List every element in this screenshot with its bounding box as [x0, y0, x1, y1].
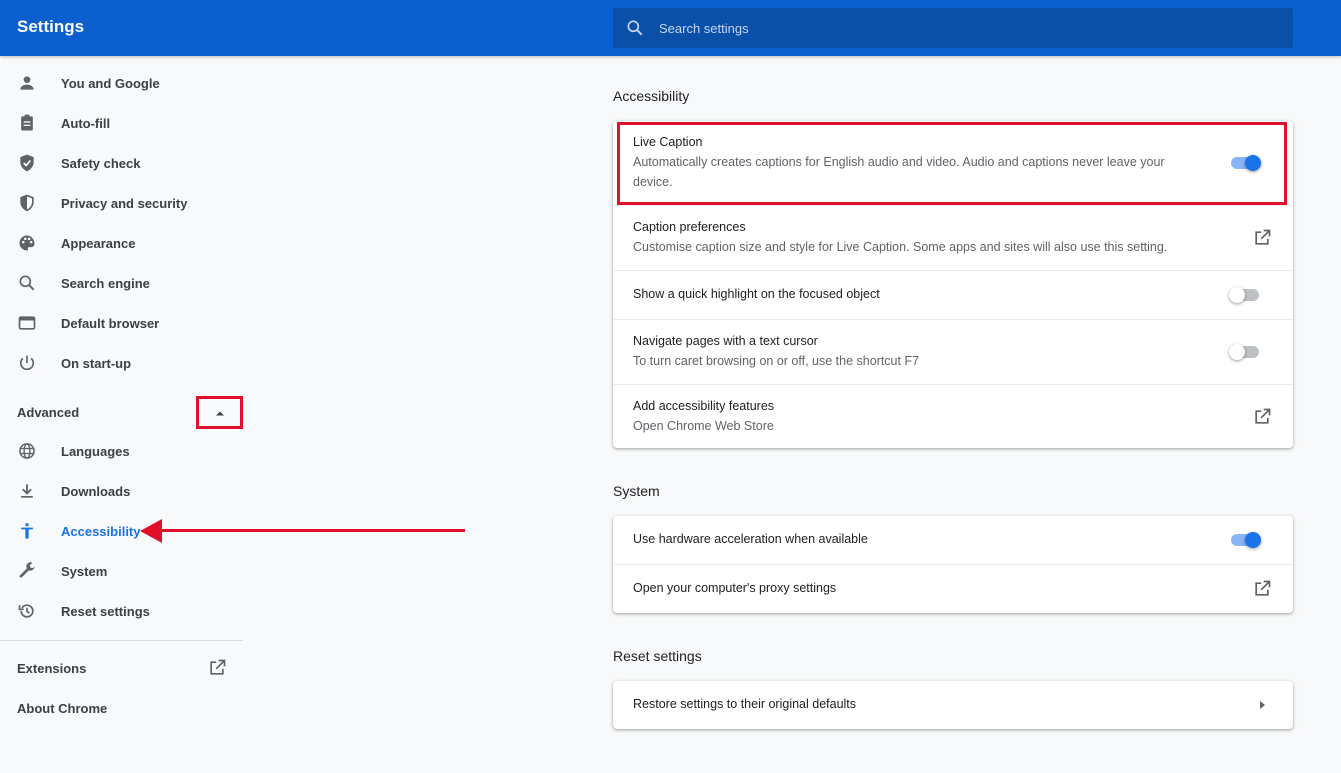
open-external-icon[interactable] — [207, 658, 227, 678]
palette-icon — [19, 235, 35, 251]
quick-highlight-row[interactable]: Show a quick highlight on the focused ob… — [613, 270, 1293, 319]
sidebar-item-label: Languages — [61, 443, 130, 459]
sidebar-divider — [0, 640, 243, 641]
text-cursor-title: Navigate pages with a text cursor — [633, 334, 818, 348]
sidebar-item-appearance[interactable]: Appearance — [0, 223, 243, 263]
sidebar-item-label: Accessibility — [61, 523, 141, 539]
sidebar-item-label: On start-up — [61, 355, 132, 371]
hardware-acceleration-toggle[interactable] — [1229, 532, 1261, 548]
sidebar-item-auto-fill[interactable]: Auto-fill — [0, 103, 243, 143]
section-title-reset: Reset settings — [613, 648, 702, 664]
sidebar-item-you-and-google[interactable]: You and Google — [0, 63, 243, 103]
advanced-collapse-button[interactable] — [196, 396, 243, 429]
sidebar-item-label: Appearance — [61, 235, 136, 251]
section-title-accessibility: Accessibility — [613, 88, 690, 104]
sidebar-item-languages[interactable]: Languages — [0, 431, 243, 471]
caret-up-icon — [215, 411, 224, 415]
sidebar-item-on-start-up[interactable]: On start-up — [0, 343, 243, 383]
wrench-icon — [19, 562, 35, 578]
open-external-icon[interactable] — [1252, 579, 1272, 599]
browser-window-icon — [18, 316, 36, 330]
globe-icon — [19, 443, 35, 459]
sidebar-item-privacy-and-security[interactable]: Privacy and security — [0, 183, 243, 223]
search-input[interactable] — [659, 20, 1259, 36]
app-title: Settings — [17, 17, 85, 36]
reset-card: Restore settings to their original defau… — [613, 681, 1293, 729]
shield-check-icon — [20, 154, 34, 172]
restore-defaults-row[interactable]: Restore settings to their original defau… — [613, 681, 1293, 729]
restore-defaults-title: Restore settings to their original defau… — [633, 697, 857, 711]
search-icon — [19, 275, 35, 291]
sidebar-item-about-chrome[interactable]: About Chrome — [17, 701, 107, 716]
quick-highlight-title: Show a quick highlight on the focused ob… — [633, 287, 880, 301]
hardware-acceleration-title: Use hardware acceleration when available — [633, 532, 868, 546]
person-icon — [20, 76, 34, 90]
caption-preferences-row[interactable]: Caption preferences Customise caption si… — [613, 205, 1293, 270]
sidebar-item-label: System — [61, 563, 108, 579]
hardware-acceleration-row[interactable]: Use hardware acceleration when available — [613, 516, 1293, 564]
open-external-icon[interactable] — [1252, 228, 1272, 248]
caption-preferences-title: Caption preferences — [633, 220, 746, 234]
shield-half-icon — [20, 194, 34, 212]
add-features-desc: Open Chrome Web Store — [633, 419, 774, 433]
history-icon — [18, 604, 34, 618]
quick-highlight-toggle[interactable] — [1229, 287, 1261, 303]
add-features-title: Add accessibility features — [633, 399, 775, 413]
add-accessibility-features-row[interactable]: Add accessibility features Open Chrome W… — [613, 384, 1293, 448]
search-box[interactable] — [613, 8, 1293, 48]
sidebar-item-label: You and Google — [61, 75, 160, 91]
sidebar-item-reset-settings[interactable]: Reset settings — [0, 591, 243, 631]
sidebar-item-label: Reset settings — [61, 603, 150, 619]
sidebar-item-label: Default browser — [61, 315, 160, 331]
advanced-label: Advanced — [17, 405, 80, 420]
text-cursor-toggle[interactable] — [1229, 344, 1261, 360]
accessibility-icon — [21, 523, 33, 539]
caption-preferences-desc: Customise caption size and style for Liv… — [633, 240, 1168, 254]
top-bar: Settings — [0, 0, 1341, 56]
clipboard-icon — [21, 114, 33, 131]
download-icon — [21, 484, 33, 498]
sidebar-item-default-browser[interactable]: Default browser — [0, 303, 243, 343]
sidebar-item-label: Search engine — [61, 275, 150, 291]
sidebar-item-extensions[interactable]: Extensions — [17, 661, 86, 676]
chevron-right-icon — [1260, 701, 1265, 709]
power-icon — [19, 355, 35, 371]
sidebar-item-system[interactable]: System — [0, 551, 243, 591]
sidebar-item-label: Privacy and security — [61, 195, 188, 211]
annotation-highlight-box — [617, 122, 1287, 205]
sidebar-item-label: Safety check — [61, 155, 141, 171]
sidebar-item-search-engine[interactable]: Search engine — [0, 263, 243, 303]
sidebar-item-safety-check[interactable]: Safety check — [0, 143, 243, 183]
sidebar-item-label: Downloads — [61, 483, 131, 499]
search-icon — [627, 20, 643, 36]
section-title-system: System — [613, 483, 660, 499]
text-cursor-row[interactable]: Navigate pages with a text cursor To tur… — [613, 319, 1293, 384]
proxy-settings-title: Open your computer's proxy settings — [633, 581, 837, 595]
open-external-icon[interactable] — [1252, 407, 1272, 427]
sidebar-item-downloads[interactable]: Downloads — [0, 471, 243, 511]
annotation-arrow-line — [160, 529, 465, 532]
sidebar-item-label: Auto-fill — [61, 115, 111, 131]
proxy-settings-row[interactable]: Open your computer's proxy settings — [613, 564, 1293, 613]
annotation-arrow-head — [140, 519, 162, 543]
text-cursor-desc: To turn caret browsing on or off, use th… — [633, 354, 920, 368]
system-card: Use hardware acceleration when available… — [613, 516, 1293, 613]
